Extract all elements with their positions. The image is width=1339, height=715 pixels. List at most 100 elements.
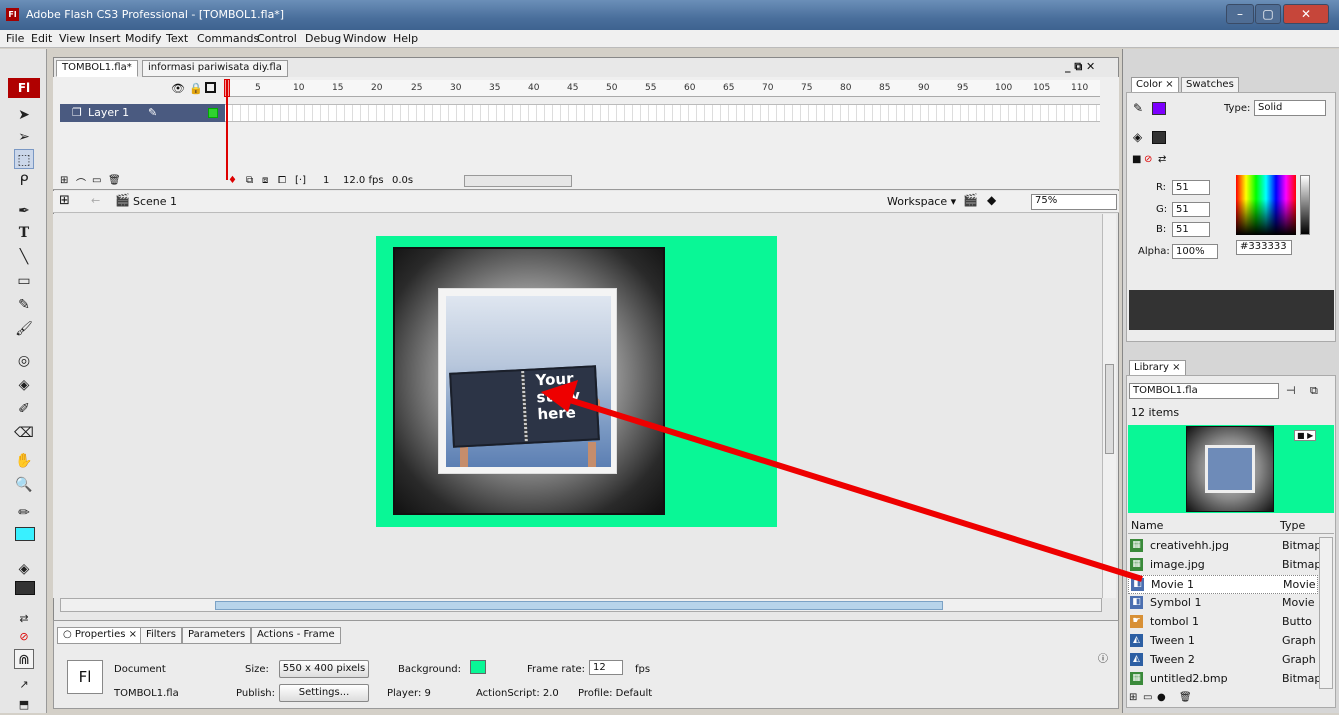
menu-commands[interactable]: Commands [197, 32, 259, 45]
smooth-icon[interactable]: ↗ [14, 675, 34, 695]
alpha-input[interactable]: 100% [1172, 244, 1218, 259]
maximize-button[interactable]: ▢ [1255, 4, 1281, 24]
stroke-pencil-icon[interactable]: ✎ [1133, 101, 1143, 115]
menu-window[interactable]: Window [343, 32, 386, 45]
paint-bucket-tool-icon[interactable]: ◈ [14, 375, 34, 395]
tab-color[interactable]: Color × [1131, 77, 1179, 93]
properties-icon[interactable]: ● [1157, 692, 1166, 703]
swap-colors-icon[interactable]: ⇄ [14, 609, 34, 629]
eraser-tool-icon[interactable]: ⌫ [14, 423, 34, 443]
layer-outline-color[interactable] [208, 108, 218, 118]
library-row[interactable]: ☛ tombol 1 Butto [1128, 613, 1318, 632]
r-input[interactable]: 51 [1172, 180, 1210, 195]
ink-bottle-tool-icon[interactable]: ◎ [14, 351, 34, 371]
lasso-tool-icon[interactable]: ᑭ [14, 171, 34, 191]
library-scrollbar[interactable] [1319, 537, 1333, 689]
black-white-icon[interactable]: ■ [1132, 154, 1141, 165]
vertical-scroll-thumb[interactable] [1105, 364, 1114, 454]
size-button[interactable]: 550 x 400 pixels [279, 660, 369, 678]
center-frame-icon[interactable]: ♦ [228, 175, 237, 186]
menu-modify[interactable]: Modify [125, 32, 161, 45]
zoom-select[interactable]: 75% [1031, 194, 1117, 210]
g-input[interactable]: 51 [1172, 202, 1210, 217]
color-spectrum[interactable] [1236, 175, 1296, 235]
edit-scene-icon[interactable]: 🎬 [963, 193, 978, 207]
eyedropper-tool-icon[interactable]: ✐ [14, 399, 34, 419]
straighten-icon[interactable]: ⬒ [14, 695, 34, 715]
menu-insert[interactable]: Insert [89, 32, 121, 45]
brush-tool-icon[interactable]: 🖌 [14, 319, 34, 339]
preview-play-controls[interactable]: ■ ▶ [1294, 430, 1317, 441]
b-input[interactable]: 51 [1172, 222, 1210, 237]
tab-filters[interactable]: Filters [140, 627, 182, 644]
library-row[interactable]: ▦ image.jpg Bitmap [1128, 556, 1321, 575]
tab-actions-frame[interactable]: Actions - Frame [251, 627, 341, 644]
tab-informasi-pariwisata[interactable]: informasi pariwisata diy.fla [142, 60, 288, 77]
outline-layers-icon[interactable] [205, 82, 216, 93]
add-motion-guide-icon[interactable]: ⌒ [76, 175, 86, 190]
delete-icon[interactable]: 🗑 [1179, 692, 1192, 703]
tab-properties[interactable]: ○ Properties × [57, 627, 143, 644]
hex-input[interactable]: #333333 [1236, 240, 1292, 255]
stage-vertical-scrollbar[interactable] [1102, 214, 1116, 598]
menu-debug[interactable]: Debug [305, 32, 341, 45]
tab-swatches[interactable]: Swatches [1181, 77, 1239, 93]
new-folder-icon[interactable]: ▭ [1143, 692, 1152, 703]
timeline-scrollbar[interactable] [464, 175, 572, 187]
type-column-header[interactable]: Type [1280, 519, 1305, 532]
background-color-swatch[interactable] [470, 660, 486, 674]
frame-rate-input[interactable]: 12 [589, 660, 623, 675]
minimize-button[interactable]: – [1226, 4, 1254, 24]
help-icon[interactable]: ⓘ [1098, 650, 1108, 665]
pen-tool-icon[interactable]: ✒ [14, 201, 34, 221]
pin-library-icon[interactable]: ⊣ [1286, 384, 1296, 397]
scene-label[interactable]: Scene 1 [133, 195, 177, 208]
library-row[interactable]: ◧ Symbol 1 Movie [1128, 594, 1318, 613]
insert-folder-icon[interactable]: ▭ [92, 175, 101, 186]
subselection-tool-icon[interactable]: ➢ [14, 127, 34, 147]
new-library-panel-icon[interactable]: ⧉ [1310, 384, 1318, 398]
tab-tombol1[interactable]: TOMBOL1.fla* [56, 60, 138, 77]
snap-to-objects-icon[interactable]: ⋒ [14, 649, 34, 669]
edit-multiple-frames-icon[interactable]: ⧠ [278, 175, 286, 186]
zoom-tool-icon[interactable]: 🔍 [14, 475, 34, 495]
timeline-ruler[interactable]: 5 10 15 20 25 30 35 40 45 50 55 60 65 70… [225, 80, 1100, 97]
line-tool-icon[interactable]: ╲ [14, 247, 34, 267]
show-hide-layers-icon[interactable]: 👁 [171, 82, 185, 95]
menu-help[interactable]: Help [393, 32, 418, 45]
tab-parameters[interactable]: Parameters [182, 627, 252, 644]
close-button[interactable]: ✕ [1283, 4, 1329, 24]
fill-bucket-icon[interactable]: ◈ [1133, 130, 1142, 144]
workspace-menu[interactable]: Workspace ▾ [887, 195, 956, 208]
menu-text[interactable]: Text [166, 32, 188, 45]
onion-skin-outlines-icon[interactable]: ⧈ [262, 175, 268, 186]
stroke-color-swatch[interactable] [15, 527, 35, 541]
menu-view[interactable]: View [59, 32, 85, 45]
edit-symbols-icon[interactable]: ◆ [987, 193, 996, 207]
brightness-slider[interactable] [1300, 175, 1310, 235]
scrollbar-thumb[interactable] [215, 601, 943, 610]
back-arrow-icon[interactable]: ← [91, 194, 100, 207]
free-transform-tool-icon[interactable]: ⬚ [14, 149, 34, 169]
tab-library[interactable]: Library × [1129, 360, 1186, 376]
rectangle-tool-icon[interactable]: ▭ [14, 271, 34, 291]
fill-type-select[interactable]: Solid [1254, 100, 1326, 116]
settings-button[interactable]: Settings... [279, 684, 369, 702]
timeline-frames[interactable] [225, 104, 1100, 122]
swap-colors-panel-icon[interactable]: ⇄ [1158, 154, 1166, 165]
delete-layer-icon[interactable]: 🗑 [108, 175, 121, 186]
lock-layers-icon[interactable]: 🔒 [189, 82, 203, 95]
fill-color-chip[interactable] [1152, 131, 1166, 144]
text-tool-icon[interactable]: T [14, 223, 34, 243]
playhead[interactable] [224, 79, 230, 180]
name-column-header[interactable]: Name [1131, 519, 1163, 532]
no-color-icon[interactable]: ⊘ [14, 627, 34, 647]
fill-color-icon[interactable]: ◈ [14, 559, 34, 579]
hand-tool-icon[interactable]: ✋ [14, 451, 34, 471]
insert-layer-icon[interactable]: ⊞ [60, 175, 68, 186]
menu-control[interactable]: Control [257, 32, 297, 45]
fill-color-swatch[interactable] [15, 581, 35, 595]
modify-onion-markers-icon[interactable]: [·] [295, 175, 306, 186]
library-row[interactable]: ◭ Tween 1 Graph [1128, 632, 1318, 651]
new-symbol-icon[interactable]: ⊞ [1129, 692, 1137, 703]
